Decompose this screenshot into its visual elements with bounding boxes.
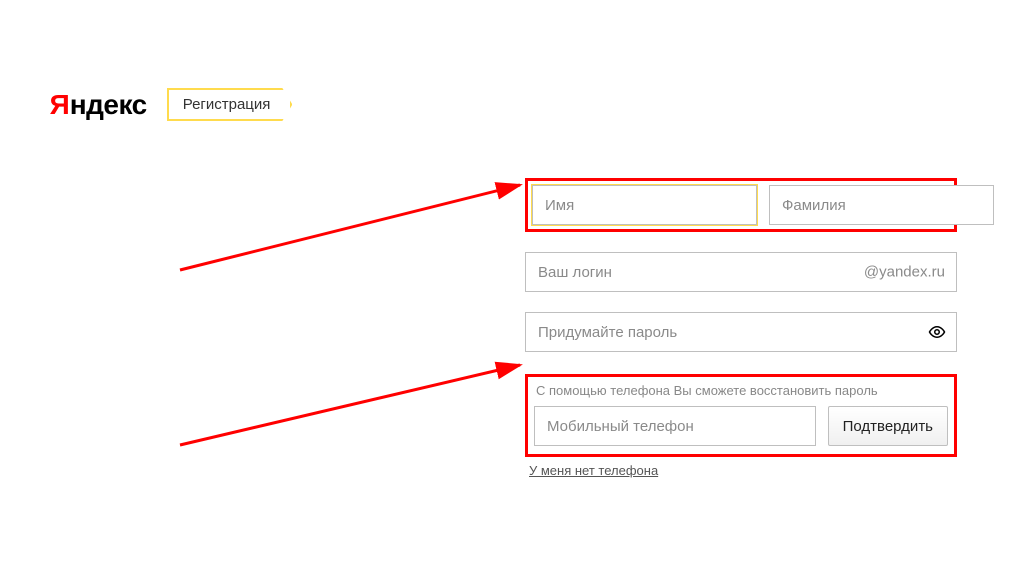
- last-name-input[interactable]: [769, 185, 994, 225]
- logo-mirrored-r: R: [50, 89, 70, 121]
- login-wrap: @yandex.ru: [525, 252, 957, 292]
- no-phone-link[interactable]: У меня нет телефона: [525, 463, 658, 478]
- password-input[interactable]: [525, 312, 957, 352]
- confirm-button[interactable]: Подтвердить: [828, 406, 948, 446]
- annotation-arrow-1: [170, 145, 540, 275]
- registration-form: @yandex.ru С помощью телефона Вы сможете…: [525, 178, 957, 480]
- phone-group-highlight: С помощью телефона Вы сможете восстанови…: [525, 374, 957, 457]
- annotation-arrow-2: [170, 280, 540, 450]
- name-group-highlight: [525, 178, 957, 232]
- registration-badge: Регистрация: [167, 88, 293, 121]
- password-row: [525, 312, 957, 352]
- logo: Rндекс: [50, 89, 147, 121]
- phone-recovery-hint: С помощью телефона Вы сможете восстанови…: [534, 383, 948, 398]
- phone-row: Подтвердить: [534, 406, 948, 446]
- header: Rндекс Регистрация: [50, 88, 292, 121]
- first-name-input[interactable]: [532, 185, 757, 225]
- login-row: @yandex.ru: [525, 252, 957, 292]
- login-input[interactable]: [525, 252, 957, 292]
- phone-input[interactable]: [534, 406, 816, 446]
- registration-label: Регистрация: [183, 96, 271, 113]
- password-wrap: [525, 312, 957, 352]
- logo-text: ндекс: [70, 89, 147, 120]
- toggle-password-visibility-icon[interactable]: [927, 322, 947, 342]
